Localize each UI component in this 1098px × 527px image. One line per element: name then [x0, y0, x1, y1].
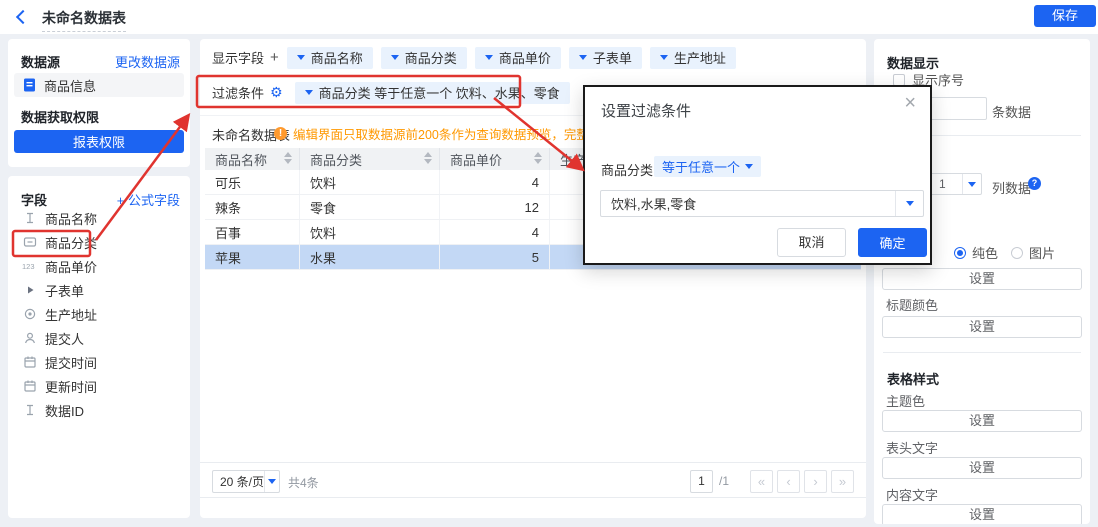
- cancel-button[interactable]: 取消: [777, 228, 846, 257]
- filter-condition-dialog: 设置过滤条件 × 商品分类 等于任意一个 取消 确定: [583, 85, 932, 265]
- dialog-title: 设置过滤条件: [601, 100, 691, 121]
- warning-icon: !: [274, 127, 287, 140]
- datasource-panel: 数据源 更改数据源 商品信息 数据获取权限 报表权限: [8, 39, 190, 167]
- add-display-field-button[interactable]: +: [270, 49, 279, 66]
- field-item-product-name[interactable]: 商品名称: [22, 206, 172, 230]
- header-text-set-button[interactable]: 设置: [882, 457, 1082, 479]
- chevron-down-icon: [297, 55, 305, 60]
- svg-text:123: 123: [22, 262, 35, 271]
- display-fields-label: 显示字段: [212, 48, 264, 67]
- select-field-icon: [22, 235, 37, 249]
- top-bar: 未命名数据表 保存: [0, 0, 1098, 34]
- first-page-icon[interactable]: «: [750, 470, 773, 493]
- column-header-product-price[interactable]: 商品单价: [440, 148, 550, 170]
- datasource-item-label: 商品信息: [44, 76, 96, 95]
- preview-notice-text: 编辑界面只取数据源前200条作为查询数据预览，完整数据: [293, 124, 614, 143]
- field-item-data-id[interactable]: 数据ID: [22, 398, 172, 422]
- title-color-label: 标题颜色: [886, 295, 938, 314]
- field-item-submitter[interactable]: 提交人: [22, 326, 172, 350]
- field-item-product-category[interactable]: 商品分类: [22, 230, 172, 254]
- filter-value-select[interactable]: [600, 190, 924, 217]
- sort-icon[interactable]: [284, 152, 292, 164]
- content-text-label: 内容文字: [886, 485, 938, 504]
- calendar-field-icon: [22, 355, 37, 369]
- field-item-subform[interactable]: 子表单: [22, 278, 172, 302]
- column-count-select[interactable]: 1: [928, 173, 982, 195]
- cols-suffix-label: 列数据: [992, 178, 1031, 197]
- content-text-set-button[interactable]: 设置: [882, 504, 1082, 524]
- table-style-heading: 表格样式: [887, 369, 939, 388]
- last-page-icon[interactable]: »: [831, 470, 854, 493]
- total-pages-label: /1: [719, 474, 729, 488]
- filter-label: 过滤条件: [212, 83, 264, 102]
- change-datasource-link[interactable]: 更改数据源: [115, 52, 180, 71]
- field-item-update-time[interactable]: 更新时间: [22, 374, 172, 398]
- divider: [883, 352, 1081, 353]
- field-item-production-address[interactable]: 生产地址: [22, 302, 172, 326]
- column-header-product-category[interactable]: 商品分类: [300, 148, 440, 170]
- number-field-icon: 123: [22, 259, 37, 273]
- field-chip-subform[interactable]: 子表单: [569, 47, 642, 69]
- fields-panel: 字段 + 公式字段 商品名称 商品分类 123 商品单价 子表单 生产地址 提交…: [8, 176, 190, 518]
- chevron-down-icon: [579, 55, 587, 60]
- field-chip-product-name[interactable]: 商品名称: [287, 47, 373, 69]
- document-icon: [23, 78, 36, 92]
- field-chip-product-category[interactable]: 商品分类: [381, 47, 467, 69]
- dropdown-toggle[interactable]: [895, 191, 923, 216]
- text-field-icon: [22, 403, 37, 417]
- radio-solid-color[interactable]: 纯色: [948, 243, 998, 262]
- save-button[interactable]: 保存: [1034, 5, 1096, 27]
- radio-unselected-icon[interactable]: [1011, 247, 1023, 259]
- theme-color-set-button[interactable]: 设置: [882, 410, 1082, 432]
- prev-page-icon[interactable]: ‹: [777, 470, 800, 493]
- page-title[interactable]: 未命名数据表: [42, 8, 126, 32]
- text-field-icon: [22, 211, 37, 225]
- next-page-icon[interactable]: ›: [804, 470, 827, 493]
- datasource-heading: 数据源: [21, 52, 60, 71]
- help-icon[interactable]: ?: [1028, 177, 1041, 190]
- rows-suffix-label: 条数据: [992, 102, 1031, 121]
- total-count-label: 共4条: [288, 474, 319, 491]
- chevron-down-icon: [305, 90, 313, 95]
- title-color-set-button[interactable]: 设置: [882, 316, 1082, 338]
- chevron-down-icon: [391, 55, 399, 60]
- chevron-down-icon: [906, 201, 914, 206]
- dialog-field-label: 商品分类: [601, 160, 653, 179]
- field-chip-production-address[interactable]: 生产地址: [650, 47, 736, 69]
- gear-icon[interactable]: ⚙: [270, 84, 283, 101]
- chevron-down-icon: [745, 164, 753, 169]
- checkbox-icon[interactable]: [893, 74, 905, 86]
- header-text-label: 表头文字: [886, 438, 938, 457]
- field-item-submit-time[interactable]: 提交时间: [22, 350, 172, 374]
- page-size-select[interactable]: 20 条/页: [212, 470, 280, 493]
- column-header-product-name[interactable]: 商品名称: [205, 148, 300, 170]
- datasource-item[interactable]: 商品信息: [14, 73, 184, 97]
- person-field-icon: [22, 331, 37, 345]
- chevron-down-icon: [485, 55, 493, 60]
- chevron-down-icon: [268, 479, 276, 484]
- filter-condition-chip[interactable]: 商品分类 等于任意一个 饮料、水果、零食: [295, 82, 570, 104]
- radio-selected-icon[interactable]: [954, 247, 966, 259]
- confirm-button[interactable]: 确定: [858, 228, 927, 257]
- field-chip-product-price[interactable]: 商品单价: [475, 47, 561, 69]
- radio-image[interactable]: 图片: [1005, 243, 1055, 262]
- permission-heading: 数据获取权限: [21, 107, 99, 126]
- sort-icon[interactable]: [534, 152, 542, 164]
- close-icon[interactable]: ×: [904, 93, 916, 113]
- field-item-product-price[interactable]: 123 商品单价: [22, 254, 172, 278]
- pagination-bar: 20 条/页 共4条 1 /1 « ‹ › »: [200, 462, 866, 498]
- operator-select[interactable]: 等于任意一个: [654, 156, 761, 177]
- current-page-input[interactable]: 1: [690, 470, 713, 493]
- subform-field-icon: [22, 283, 37, 297]
- calendar-field-icon: [22, 379, 37, 393]
- filter-value-input[interactable]: [601, 191, 895, 216]
- theme-color-label: 主题色: [886, 391, 925, 410]
- chevron-down-icon: [968, 182, 976, 187]
- report-permission-button[interactable]: 报表权限: [14, 130, 184, 153]
- sort-icon[interactable]: [424, 152, 432, 164]
- chevron-down-icon: [660, 55, 668, 60]
- back-icon[interactable]: [18, 12, 28, 22]
- background-set-button[interactable]: 设置: [882, 268, 1082, 290]
- location-field-icon: [22, 307, 37, 321]
